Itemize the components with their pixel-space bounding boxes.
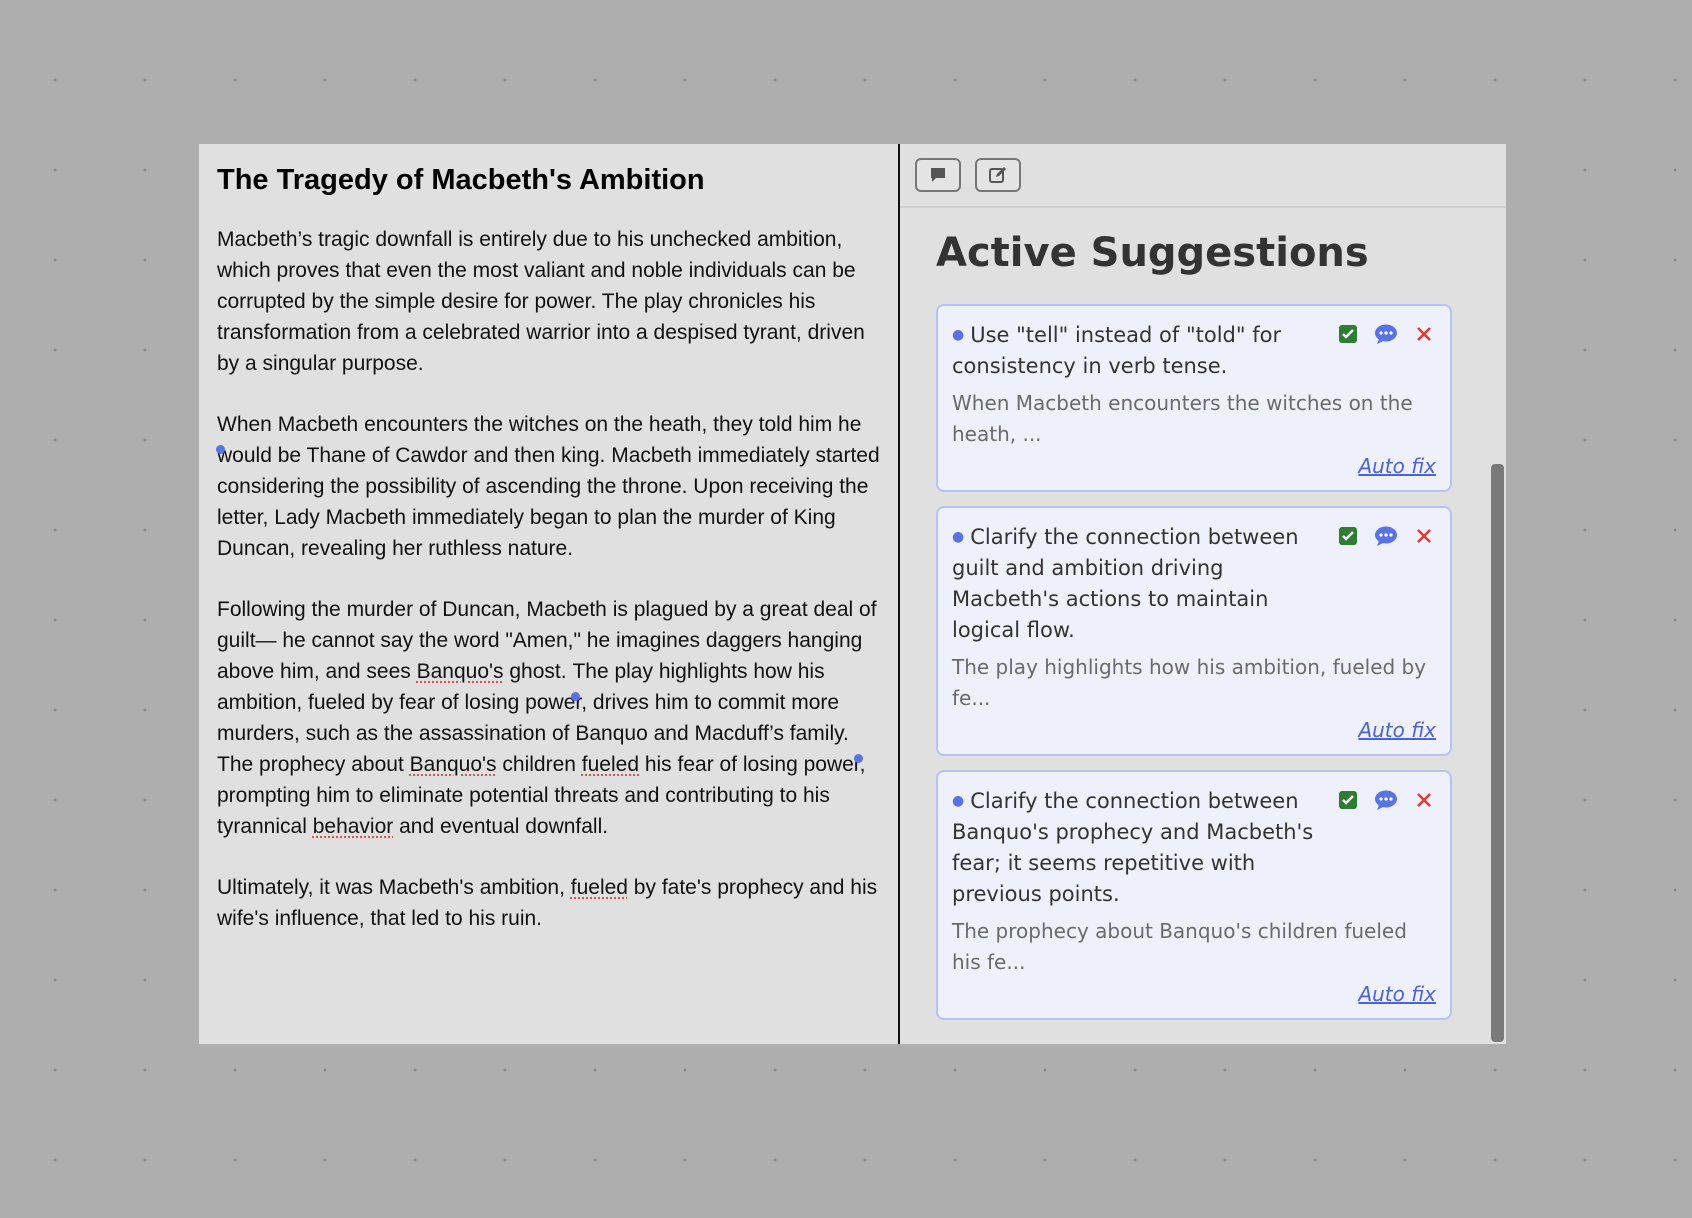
chat-bubble-icon xyxy=(1375,790,1397,810)
accept-button[interactable] xyxy=(1336,524,1360,548)
discuss-button[interactable] xyxy=(1374,524,1398,548)
check-icon xyxy=(1339,325,1357,343)
panel-toolbar xyxy=(900,144,1506,208)
document-title[interactable]: The Tragedy of Macbeth's Ambition xyxy=(217,162,880,200)
suggestion-text: ● Use "tell" instead of "told" for consis… xyxy=(952,320,1336,382)
autofix-link[interactable]: Auto fix xyxy=(1358,982,1436,1006)
paragraph-1[interactable]: Macbeth’s tragic downfall is entirely du… xyxy=(217,224,880,379)
chat-bubble-icon xyxy=(1375,526,1397,546)
discuss-button[interactable] xyxy=(1374,322,1398,346)
suggestion-text: ● Clarify the connection between guilt an… xyxy=(952,522,1336,646)
dismiss-button[interactable] xyxy=(1412,524,1436,548)
app-window: The Tragedy of Macbeth's Ambition Macbet… xyxy=(199,144,1506,1044)
chat-bubble-icon xyxy=(1375,324,1397,344)
edit-mode-button[interactable] xyxy=(975,158,1021,192)
close-icon xyxy=(1417,793,1431,807)
bullet-icon: ● xyxy=(952,793,965,809)
autofix-row: Auto fix xyxy=(952,454,1436,478)
suggestion-card[interactable]: ● Use "tell" instead of "told" for consis… xyxy=(936,304,1452,492)
text-run: children xyxy=(496,752,582,776)
spelling-flag[interactable]: Banquo's xyxy=(417,660,504,683)
suggestion-label: Use "tell" instead of "told" for consist… xyxy=(952,323,1282,378)
check-icon xyxy=(1339,791,1357,809)
panel-title: Active Suggestions xyxy=(936,230,1369,276)
bullet-icon: ● xyxy=(952,327,965,343)
edit-icon xyxy=(989,167,1006,183)
suggestion-header: ● Use "tell" instead of "told" for consis… xyxy=(952,320,1436,382)
suggestion-excerpt: The prophecy about Banquo's children fue… xyxy=(952,919,1407,974)
suggestion-excerpt: The play highlights how his ambition, fu… xyxy=(952,655,1427,710)
comment-mode-button[interactable] xyxy=(915,158,961,192)
text-run: Ultimately, it was Macbeth's ambition, xyxy=(217,875,571,899)
suggestion-label: Clarify the connection between Banquo's … xyxy=(952,789,1314,906)
suggestion-list: ● Use "tell" instead of "told" for consis… xyxy=(936,304,1452,1020)
text-run: and eventual downfall. xyxy=(393,814,609,838)
suggestion-excerpt: When Macbeth encounters the witches on t… xyxy=(952,391,1413,446)
suggestion-card[interactable]: ● Clarify the connection between guilt an… xyxy=(936,506,1452,756)
accept-button[interactable] xyxy=(1336,788,1360,812)
suggestion-actions xyxy=(1336,786,1436,910)
discuss-button[interactable] xyxy=(1374,788,1398,812)
close-icon xyxy=(1417,327,1431,341)
accept-button[interactable] xyxy=(1336,322,1360,346)
spelling-flag[interactable]: behavior xyxy=(313,815,394,838)
text-run: The prophecy about xyxy=(217,752,410,776)
suggestions-panel: Active Suggestions ● Use "tell" instead o… xyxy=(900,144,1506,1044)
text-run: ghost. xyxy=(503,659,573,683)
autofix-row: Auto fix xyxy=(952,718,1436,742)
suggestion-header: ● Clarify the connection between Banquo's… xyxy=(952,786,1436,910)
suggestion-text: ● Clarify the connection between Banquo's… xyxy=(952,786,1336,910)
panel-scrollbar[interactable] xyxy=(1491,464,1504,1042)
autofix-row: Auto fix xyxy=(952,982,1436,1006)
spelling-flag[interactable]: Banquo's xyxy=(410,753,497,776)
spelling-flag[interactable]: fueled xyxy=(582,753,639,776)
paragraph-2[interactable]: When Macbeth encounters the witches on t… xyxy=(216,409,880,564)
dismiss-button[interactable] xyxy=(1412,322,1436,346)
paragraph-3[interactable]: Following the murder of Duncan, Macbeth … xyxy=(217,594,880,842)
autofix-link[interactable]: Auto fix xyxy=(1358,718,1436,742)
dismiss-button[interactable] xyxy=(1412,788,1436,812)
suggestion-actions xyxy=(1336,320,1436,382)
paragraph-2-text: When Macbeth encounters the witches on t… xyxy=(217,412,880,560)
suggestion-actions xyxy=(1336,522,1436,646)
suggestion-header: ● Clarify the connection between guilt an… xyxy=(952,522,1436,646)
bullet-icon: ● xyxy=(952,529,965,545)
check-icon xyxy=(1339,527,1357,545)
paragraph-4[interactable]: Ultimately, it was Macbeth's ambition, f… xyxy=(217,872,880,934)
suggestion-card[interactable]: ● Clarify the connection between Banquo's… xyxy=(936,770,1452,1020)
comment-icon xyxy=(931,168,945,182)
document-editor[interactable]: The Tragedy of Macbeth's Ambition Macbet… xyxy=(199,144,900,1044)
suggestion-label: Clarify the connection between guilt and… xyxy=(952,525,1299,642)
autofix-link[interactable]: Auto fix xyxy=(1358,454,1436,478)
close-icon xyxy=(1417,529,1431,543)
spelling-flag[interactable]: fueled xyxy=(571,876,628,899)
